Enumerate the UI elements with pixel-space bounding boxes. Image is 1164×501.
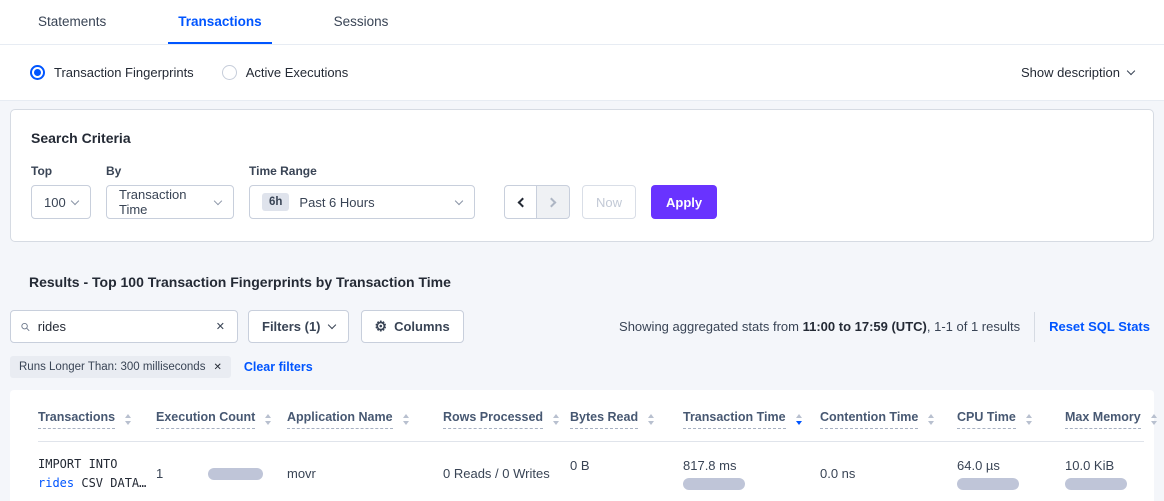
by-label: By xyxy=(106,164,234,178)
cell-contention-time: 0.0 ns xyxy=(820,442,957,501)
chevron-down-icon xyxy=(1127,67,1135,75)
next-time-window-button[interactable] xyxy=(537,185,570,219)
top-label: Top xyxy=(31,164,91,178)
time-range-field: Time Range 6h Past 6 Hours xyxy=(249,164,475,219)
sort-icon[interactable] xyxy=(1151,414,1157,425)
by-field: By Transaction Time xyxy=(106,164,234,219)
sort-icon[interactable] xyxy=(403,414,409,425)
max-memory-bar xyxy=(1065,478,1127,490)
cell-transaction-fingerprint[interactable]: IMPORT INTO rides CSV DATA… xyxy=(38,442,156,501)
apply-button[interactable]: Apply xyxy=(651,185,717,219)
chevron-down-icon xyxy=(71,196,79,204)
col-header-bytes-read[interactable]: Bytes Read xyxy=(570,396,683,442)
execution-count-bar xyxy=(208,468,263,480)
arrow-left-icon xyxy=(517,197,527,207)
cpu-time-bar xyxy=(957,478,1019,490)
main-content: Search Criteria Top 100 By Transaction T… xyxy=(0,101,1164,501)
cell-application-name: movr xyxy=(287,442,443,501)
filters-button[interactable]: Filters (1) xyxy=(248,310,349,343)
top-select-value: 100 xyxy=(44,195,66,210)
gear-icon: ⚙ xyxy=(375,318,388,335)
view-toggle-bar: Transaction Fingerprints Active Executio… xyxy=(0,45,1164,101)
top-field: Top 100 xyxy=(31,164,91,219)
cell-execution-count: 1 xyxy=(156,442,287,501)
sql-statement: IMPORT INTO rides CSV DATA… xyxy=(38,455,148,492)
col-header-rows-processed[interactable]: Rows Processed xyxy=(443,396,570,442)
tab-statements[interactable]: Statements xyxy=(28,14,116,44)
chevron-down-icon xyxy=(327,321,335,329)
results-controls: ✕ Filters (1) ⚙ Columns Showing aggregat… xyxy=(10,310,1154,343)
chevron-down-icon xyxy=(455,196,463,204)
sql-activity-tabbar: Statements Transactions Sessions xyxy=(0,0,1164,45)
col-header-contention-time[interactable]: Contention Time xyxy=(820,396,957,442)
cell-rows-processed: 0 Reads / 0 Writes xyxy=(443,442,570,501)
remove-filter-icon[interactable]: ✕ xyxy=(213,362,221,373)
radio-label: Transaction Fingerprints xyxy=(54,65,194,80)
filter-pill-label: Runs Longer Than: 300 milliseconds xyxy=(19,361,205,373)
by-select-value: Transaction Time xyxy=(119,187,215,217)
top-select[interactable]: 100 xyxy=(31,185,91,219)
show-description-toggle[interactable]: Show description xyxy=(1021,65,1134,80)
filters-label: Filters (1) xyxy=(262,319,321,334)
cell-bytes-read: 0 B xyxy=(570,442,683,501)
cell-transaction-time: 817.8 ms xyxy=(683,442,820,501)
sort-icon-active-desc[interactable] xyxy=(796,414,802,425)
sort-icon[interactable] xyxy=(553,414,559,425)
filter-pill: Runs Longer Than: 300 milliseconds ✕ xyxy=(10,356,231,378)
sort-icon[interactable] xyxy=(928,414,934,425)
time-range-value: Past 6 Hours xyxy=(299,195,374,210)
table-row: IMPORT INTO rides CSV DATA… 1 movr 0 Rea… xyxy=(38,442,1144,501)
search-criteria-title: Search Criteria xyxy=(31,130,1133,146)
search-box: ✕ xyxy=(10,310,238,343)
reset-sql-stats-link[interactable]: Reset SQL Stats xyxy=(1049,319,1150,334)
cell-cpu-time: 64.0 µs xyxy=(957,442,1065,501)
cell-max-memory: 10.0 KiB xyxy=(1065,442,1144,501)
radio-label: Active Executions xyxy=(246,65,349,80)
clear-filters-link[interactable]: Clear filters xyxy=(244,360,313,374)
transaction-time-bar xyxy=(683,478,745,490)
show-description-label: Show description xyxy=(1021,65,1120,80)
sql-highlight: rides xyxy=(38,476,74,490)
previous-time-window-button[interactable] xyxy=(504,185,537,219)
results-table-card: Transactions Execution Count Application… xyxy=(10,390,1154,501)
clear-search-icon[interactable]: ✕ xyxy=(214,318,227,335)
radio-unselected-icon xyxy=(222,65,237,80)
col-header-max-memory[interactable]: Max Memory xyxy=(1065,396,1144,442)
tab-sessions[interactable]: Sessions xyxy=(324,14,399,44)
time-range-label: Time Range xyxy=(249,164,475,178)
tab-transactions[interactable]: Transactions xyxy=(168,14,271,44)
results-heading: Results - Top 100 Transaction Fingerprin… xyxy=(29,274,1154,290)
aggregated-stats-text: Showing aggregated stats from 11:00 to 1… xyxy=(619,319,1020,334)
arrow-right-icon xyxy=(547,197,557,207)
col-header-application-name[interactable]: Application Name xyxy=(287,396,443,442)
time-range-select[interactable]: 6h Past 6 Hours xyxy=(249,185,475,219)
active-filters-row: Runs Longer Than: 300 milliseconds ✕ Cle… xyxy=(10,356,1154,378)
search-input[interactable] xyxy=(38,319,214,334)
radio-selected-icon xyxy=(30,65,45,80)
time-range-badge: 6h xyxy=(262,193,289,211)
search-criteria-card: Search Criteria Top 100 By Transaction T… xyxy=(10,109,1154,242)
columns-button[interactable]: ⚙ Columns xyxy=(361,310,464,343)
divider xyxy=(1034,312,1035,342)
transactions-table: Transactions Execution Count Application… xyxy=(38,396,1144,501)
time-window-arrows xyxy=(504,185,570,219)
col-header-transaction-time[interactable]: Transaction Time xyxy=(683,396,820,442)
col-header-transactions[interactable]: Transactions xyxy=(38,396,156,442)
sort-icon[interactable] xyxy=(1026,414,1032,425)
radio-transaction-fingerprints[interactable]: Transaction Fingerprints xyxy=(30,65,194,80)
by-select[interactable]: Transaction Time xyxy=(106,185,234,219)
columns-label: Columns xyxy=(394,319,450,334)
sort-icon[interactable] xyxy=(265,414,271,425)
radio-active-executions[interactable]: Active Executions xyxy=(222,65,349,80)
col-header-cpu-time[interactable]: CPU Time xyxy=(957,396,1065,442)
now-button[interactable]: Now xyxy=(582,185,636,219)
table-header-row: Transactions Execution Count Application… xyxy=(38,396,1144,442)
col-header-execution-count[interactable]: Execution Count xyxy=(156,396,287,442)
search-icon xyxy=(21,320,30,334)
sort-icon[interactable] xyxy=(125,414,131,425)
sort-icon[interactable] xyxy=(648,414,654,425)
